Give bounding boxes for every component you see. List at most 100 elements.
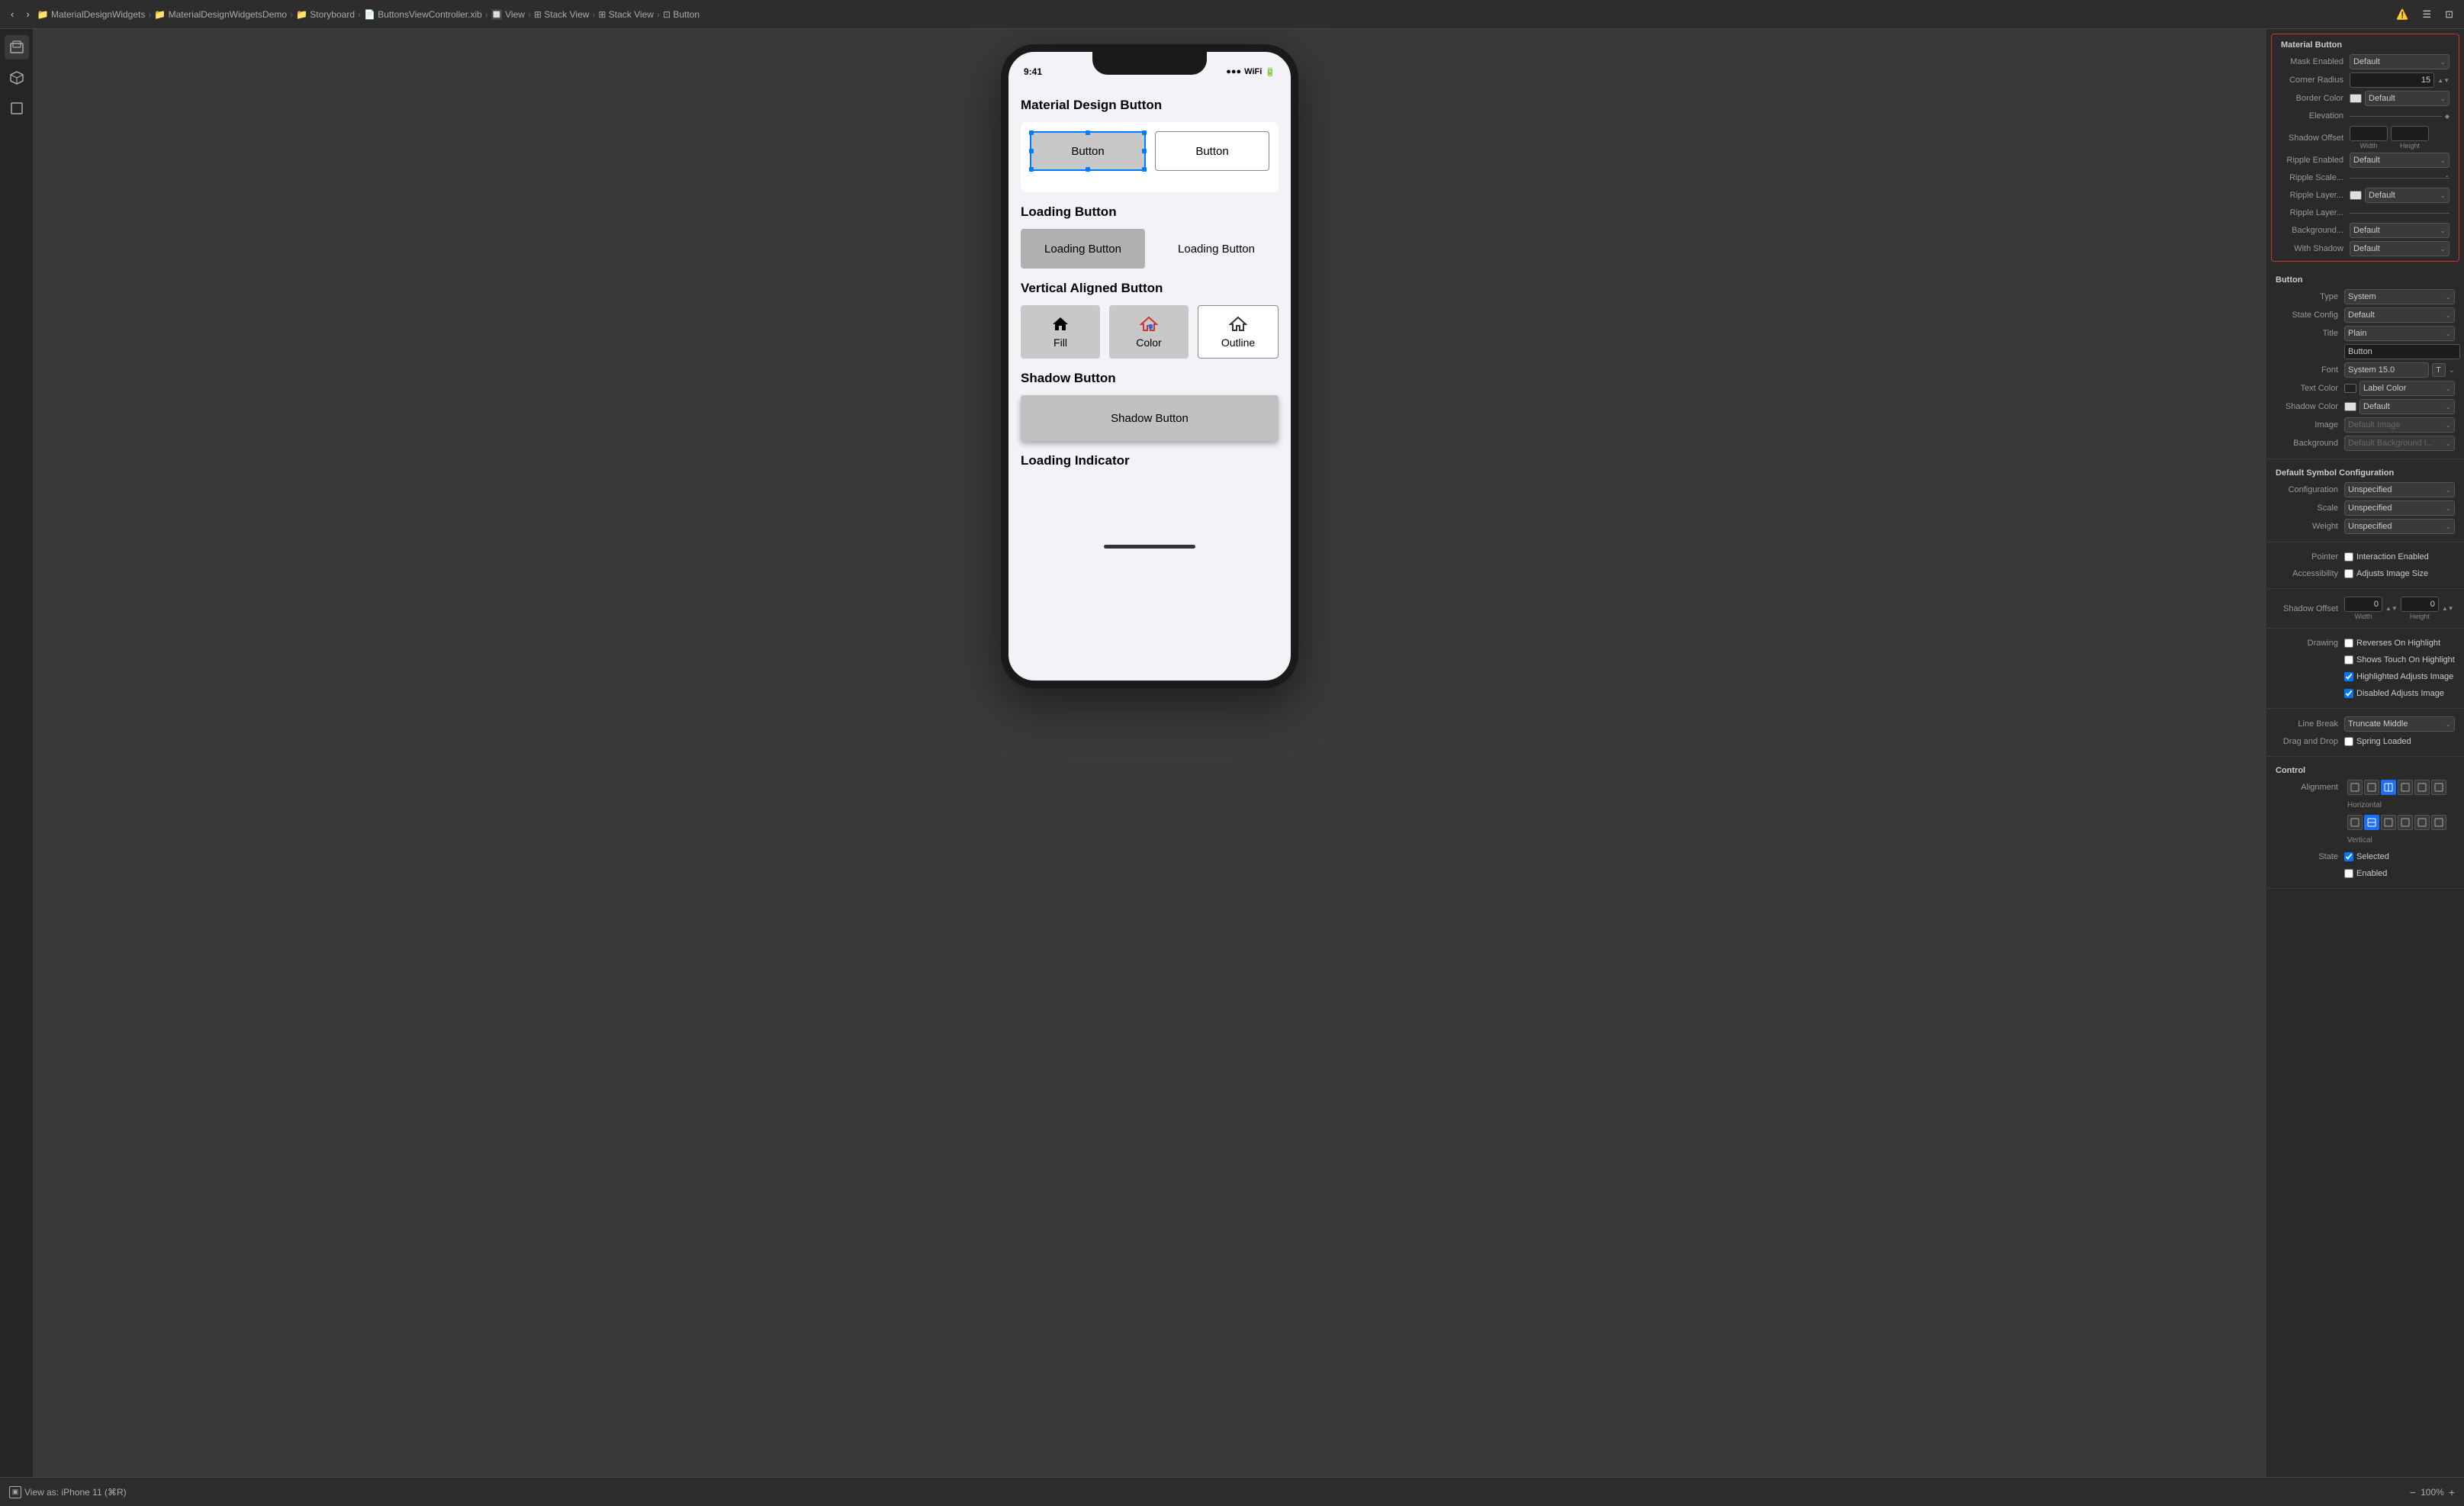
ripple-layer1-swatch[interactable] <box>2350 191 2362 200</box>
breadcrumb-item-6[interactable]: ⊞ Stack View <box>534 9 590 20</box>
type-select[interactable]: System ⌄ <box>2344 289 2455 304</box>
background-select[interactable]: Default ⌄ <box>2350 223 2450 238</box>
disabled-adjusts-checkbox[interactable] <box>2344 689 2353 698</box>
breadcrumb-item-2[interactable]: 📁 MaterialDesignWidgetsDemo <box>154 9 287 20</box>
ripple-layer1-select[interactable]: Default ⌄ <box>2365 188 2450 203</box>
sidebar-icon-package[interactable] <box>5 66 29 90</box>
align-btn-1[interactable] <box>2347 780 2363 795</box>
layout-button[interactable]: ⊡ <box>2440 7 2458 22</box>
home-indicator <box>1104 545 1195 549</box>
breadcrumb-item-4[interactable]: 📄 ButtonsViewController.xib <box>364 9 482 20</box>
section-material-design: Material Design Button <box>1021 98 1279 113</box>
forward-button[interactable]: › <box>21 7 34 21</box>
settings-button[interactable]: ☰ <box>2417 7 2436 22</box>
shadow-offset-width-input[interactable] <box>2350 126 2388 141</box>
align-btn-6[interactable] <box>2431 780 2446 795</box>
shadow-color-swatch[interactable] <box>2344 402 2356 411</box>
border-color-select[interactable]: Default ⌄ <box>2365 91 2450 106</box>
loading-button-row: Loading Button Loading Button <box>1021 229 1279 269</box>
title-value-input[interactable] <box>2344 344 2460 359</box>
enabled-checkbox[interactable] <box>2344 869 2353 878</box>
text-color-select[interactable]: Label Color ⌄ <box>2359 381 2455 396</box>
align-v-btn-4[interactable] <box>2398 815 2413 830</box>
configuration-select[interactable]: Unspecified ⌄ <box>2344 482 2455 497</box>
elevation-stepper[interactable]: ◆ <box>2445 113 2450 120</box>
line-break-select[interactable]: Truncate Middle ⌄ <box>2344 716 2455 732</box>
section-shadow-button: Shadow Button <box>1021 371 1279 386</box>
symbol-config-header: Default Symbol Configuration <box>2266 465 2464 481</box>
text-color-label: Text Color <box>2276 384 2344 393</box>
loading-button-1[interactable]: Loading Button <box>1021 229 1145 269</box>
shadow-offset-height-input[interactable] <box>2391 126 2429 141</box>
border-color-swatch[interactable] <box>2350 94 2362 103</box>
font-size-button[interactable]: T <box>2432 363 2446 377</box>
scale-select[interactable]: Unspecified ⌄ <box>2344 500 2455 516</box>
with-shadow-select[interactable]: Default ⌄ <box>2350 241 2450 256</box>
reverses-checkbox[interactable] <box>2344 639 2353 648</box>
align-btn-2[interactable] <box>2364 780 2379 795</box>
ripple-layer2-slider[interactable] <box>2350 213 2450 214</box>
weight-select[interactable]: Unspecified ⌄ <box>2344 519 2455 534</box>
vertical-btn-fill[interactable]: Fill <box>1021 305 1100 359</box>
align-btn-3[interactable] <box>2381 780 2396 795</box>
shadow-offset-x-input[interactable] <box>2344 597 2382 612</box>
section-vertical-aligned: Vertical Aligned Button <box>1021 281 1279 296</box>
zoom-in-button[interactable]: + <box>2449 1486 2455 1498</box>
sidebar-icon-square[interactable] <box>5 96 29 121</box>
align-v-btn-3[interactable] <box>2381 815 2396 830</box>
shadow-button[interactable]: Shadow Button <box>1021 395 1279 441</box>
align-v-btn-2[interactable] <box>2364 815 2379 830</box>
mask-enabled-select[interactable]: Default ⌄ <box>2350 54 2450 69</box>
shadow-offset-y-input[interactable] <box>2401 597 2439 612</box>
back-button[interactable]: ‹ <box>6 7 18 21</box>
scale-label: Scale <box>2276 504 2344 513</box>
image-select[interactable]: Default Image ⌄ <box>2344 417 2455 433</box>
align-v-btn-1[interactable] <box>2347 815 2363 830</box>
y-stepper[interactable]: ▲▼ <box>2442 605 2454 612</box>
drag-drop-row: Drag and Drop Spring Loaded <box>2266 733 2464 750</box>
shadow-color-select[interactable]: Default ⌄ <box>2359 399 2455 414</box>
elevation-slider-track[interactable] <box>2350 116 2442 117</box>
view-as-button[interactable]: ▣ View as: iPhone 11 (⌘R) <box>9 1486 127 1498</box>
corner-radius-stepper[interactable]: ▲▼ <box>2437 77 2450 84</box>
zoom-out-button[interactable]: − <box>2410 1486 2416 1498</box>
vertical-btn-outline[interactable]: Outline <box>1198 305 1279 359</box>
shows-touch-checkbox[interactable] <box>2344 655 2353 665</box>
vertical-btn-color[interactable]: Color <box>1109 305 1189 359</box>
ripple-enabled-select[interactable]: Default ⌄ <box>2350 153 2450 168</box>
background-img-select[interactable]: Default Background I... ⌄ <box>2344 436 2455 451</box>
material-button-1[interactable]: Button <box>1030 131 1146 171</box>
material-button-2[interactable]: Button <box>1155 131 1269 171</box>
corner-radius-input[interactable] <box>2350 72 2434 88</box>
state-config-select[interactable]: Default ⌄ <box>2344 307 2455 323</box>
accessibility-checkbox[interactable] <box>2344 569 2353 578</box>
align-btn-5[interactable] <box>2414 780 2430 795</box>
breadcrumb-item-7[interactable]: ⊞ Stack View <box>598 9 654 20</box>
ripple-scale-slider[interactable]: ⌄ <box>2350 178 2450 179</box>
font-label: Font <box>2276 365 2344 375</box>
sidebar-icon-3d[interactable] <box>5 35 29 60</box>
weight-row: Weight Unspecified ⌄ <box>2266 517 2464 536</box>
font-select[interactable]: System 15.0 <box>2344 362 2429 378</box>
spring-loaded-checkbox[interactable] <box>2344 737 2353 746</box>
align-v-btn-6[interactable] <box>2431 815 2446 830</box>
align-btn-4[interactable] <box>2398 780 2413 795</box>
pointer-checkbox[interactable] <box>2344 552 2353 562</box>
breadcrumb-item-1[interactable]: 📁 MaterialDesignWidgets <box>37 9 146 20</box>
loading-button-2[interactable]: Loading Button <box>1154 229 1279 269</box>
ripple-layer1-row: Ripple Layer... Default ⌄ <box>2272 186 2459 204</box>
breadcrumb-item-3[interactable]: 📁 Storyboard <box>296 9 355 20</box>
text-color-swatch[interactable] <box>2344 384 2356 393</box>
zoom-control: − 100% + <box>2410 1486 2455 1498</box>
x-stepper[interactable]: ▲▼ <box>2385 605 2398 612</box>
selected-checkbox[interactable] <box>2344 852 2353 861</box>
breadcrumb-item-5[interactable]: 🔲 View <box>491 9 525 20</box>
highlighted-adjusts-checkbox[interactable] <box>2344 672 2353 681</box>
ripple-scale-row: Ripple Scale... ⌄ <box>2272 169 2459 186</box>
canvas-area[interactable]: 9:41 ●●● WiFi 🔋 Material Design Button <box>34 29 2266 1477</box>
breadcrumb-item-8[interactable]: ⊡ Button <box>663 9 700 20</box>
align-v-btn-5[interactable] <box>2414 815 2430 830</box>
horizontal-label: Horizontal <box>2347 801 2382 809</box>
title-select[interactable]: Plain ⌄ <box>2344 326 2455 341</box>
warning-button[interactable]: ⚠️ <box>2392 7 2413 22</box>
